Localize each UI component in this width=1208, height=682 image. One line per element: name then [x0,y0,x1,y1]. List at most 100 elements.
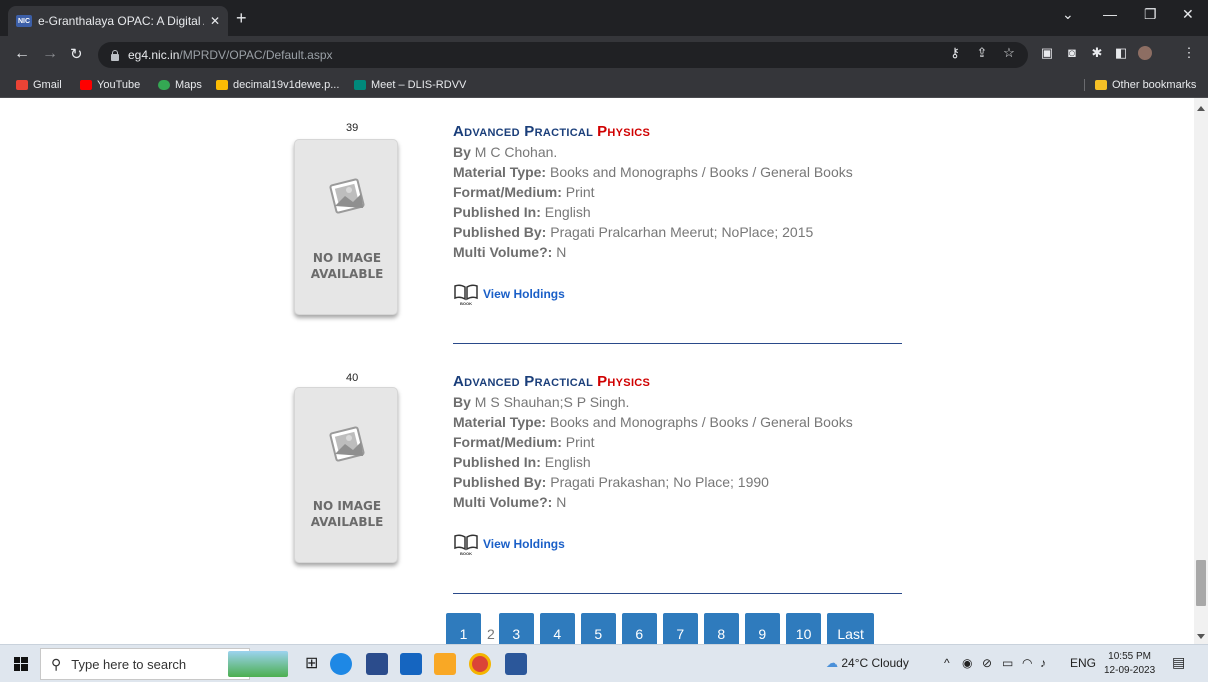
search-icon: ⚲ [51,655,62,672]
weather-widget[interactable]: ☁ 24°C Cloudy [826,656,909,670]
mail-icon[interactable] [400,653,422,675]
word-icon[interactable] [505,653,527,675]
author-line: By M S Shauhan;S P Singh. [453,392,903,412]
bookmark-youtube[interactable]: YouTube [80,79,140,91]
clock-time: 10:55 PM [1108,651,1151,662]
view-holdings-link[interactable]: BOOK View Holdings [453,282,565,306]
file-explorer-icon[interactable] [434,653,456,675]
other-bookmarks-label: Other bookmarks [1112,79,1197,91]
result-title[interactable]: Advanced Practical Physics [453,372,903,392]
minimize-button[interactable]: — [1103,6,1117,22]
format-value: Print [565,184,595,200]
page-2-current: 2 [487,626,495,642]
page-8-button[interactable]: 8 [703,613,739,644]
key-icon[interactable]: ⚷ [948,46,962,60]
store-icon[interactable] [366,653,388,675]
close-window-button[interactable]: ✕ [1182,6,1194,23]
page-3-button[interactable]: 3 [498,613,534,644]
address-bar[interactable]: eg4.nic.in/MPRDV/OPAC/Default.aspx [98,42,1028,68]
page-6-button[interactable]: 6 [621,613,657,644]
no-image-text: NO IMAGE AVAILABLE [295,498,399,530]
restore-button[interactable]: ❐ [1144,6,1157,23]
close-tab-icon[interactable]: ✕ [210,14,220,28]
format-line: Format/Medium: Print [453,182,903,202]
google-drive-icon [216,80,228,90]
page-5-button[interactable]: 5 [580,613,616,644]
menu-icon[interactable]: ⋮ [1182,46,1196,60]
new-tab-button[interactable]: + [236,8,247,29]
page-4-button[interactable]: 4 [539,613,575,644]
chrome-icon[interactable] [469,653,491,675]
page-scrollbar[interactable] [1194,98,1208,644]
bookmark-gmail[interactable]: Gmail [16,79,62,91]
book-icon: BOOK [454,284,478,306]
bookmarks-bar: Gmail YouTube Maps decimal19v1dewe.p... … [0,74,1208,98]
show-hidden-icons[interactable]: ^ [944,656,950,670]
extension-icon[interactable]: ▣ [1040,46,1054,60]
result-title[interactable]: Advanced Practical Physics [453,122,903,142]
bookmark-maps[interactable]: Maps [158,79,202,91]
meet-now-icon[interactable]: ⊘ [982,656,992,670]
tray-app-icon[interactable]: ◉ [962,656,972,670]
clock[interactable]: 10:55 PM 12-09-2023 [1104,650,1155,678]
battery-icon[interactable]: ▭ [1002,656,1013,670]
no-image-line1: NO IMAGE [312,251,382,265]
view-holdings-link[interactable]: BOOK View Holdings [453,532,565,556]
scroll-down-icon[interactable] [1197,634,1205,639]
book-icon: BOOK [454,534,478,556]
share-icon[interactable]: ⇪ [975,46,989,60]
bookmark-meet[interactable]: Meet – DLIS-RDVV [354,79,466,91]
author-line: By M C Chohan. [453,142,903,162]
windows-start-icon[interactable] [14,657,28,671]
forward-button[interactable]: → [42,45,58,63]
side-panel-icon[interactable]: ◧ [1114,46,1128,60]
result-details: Advanced Practical Physics By M C Chohan… [453,122,903,262]
scrollbar-thumb[interactable] [1196,560,1206,606]
scroll-up-icon[interactable] [1197,106,1205,111]
published-in-label: Published In: [453,454,541,470]
material-value: Books and Monographs / Books / General B… [550,414,853,430]
task-view-icon[interactable]: ⊞ [305,653,327,675]
published-by-label: Published By: [453,474,547,490]
author-value: M S Shauhan;S P Singh. [474,394,630,410]
back-button[interactable]: ← [14,45,30,63]
edge-browser-icon[interactable] [330,653,352,675]
page-1-button[interactable]: 1 [446,613,481,644]
format-value: Print [565,434,595,450]
search-highlight-image[interactable] [228,651,288,677]
volume-icon[interactable]: ♪ [1040,656,1046,670]
no-image-placeholder: NO IMAGE AVAILABLE [294,139,398,315]
profile-avatar[interactable] [1138,46,1152,60]
multi-volume-value: N [556,494,567,510]
youtube-icon [80,80,92,90]
page-content: 3 9 NO IMAGE AVAILABLE Advanced Practical… [0,98,1194,644]
browser-tab[interactable]: NIC e-Granthalaya OPAC: A Digital Ap ✕ [8,6,228,36]
reload-button[interactable]: ↻ [70,45,83,63]
bookmark-drive[interactable]: decimal19v1dewe.p... [216,79,339,91]
tab-search-icon[interactable]: ⌄ [1062,6,1074,23]
extensions-puzzle-icon[interactable]: ✱ [1090,46,1104,60]
notifications-icon[interactable]: ▤ [1172,654,1185,671]
page-7-button[interactable]: 7 [662,613,698,644]
pagination: 1 2 3 4 5 6 7 8 9 10 Last [446,613,880,644]
bookmark-label: YouTube [97,79,141,91]
tab-title: e-Granthalaya OPAC: A Digital Ap [38,14,204,28]
language-line: Published In: English [453,452,903,472]
extension-2-icon[interactable]: ◙ [1065,46,1079,60]
page-9-button[interactable]: 9 [744,613,780,644]
bookmark-star-icon[interactable]: ☆ [1002,46,1016,60]
result-divider [453,593,902,594]
by-label: By [453,144,471,160]
taskbar-search-box[interactable]: ⚲ Type here to search [40,648,250,680]
page-10-button[interactable]: 10 [785,613,822,644]
multi-volume-label: Multi Volume?: [453,494,553,510]
other-bookmarks[interactable]: Other bookmarks [1084,79,1196,91]
material-label: Material Type: [453,414,547,430]
last-page-button[interactable]: Last [827,613,874,644]
published-in-value: English [544,204,591,220]
bookmark-label: Gmail [33,79,62,91]
no-image-text: NO IMAGE AVAILABLE [295,250,399,282]
language-indicator[interactable]: ENG [1070,656,1096,670]
gmail-icon [16,80,28,90]
wifi-icon[interactable]: ◠ [1022,656,1032,670]
